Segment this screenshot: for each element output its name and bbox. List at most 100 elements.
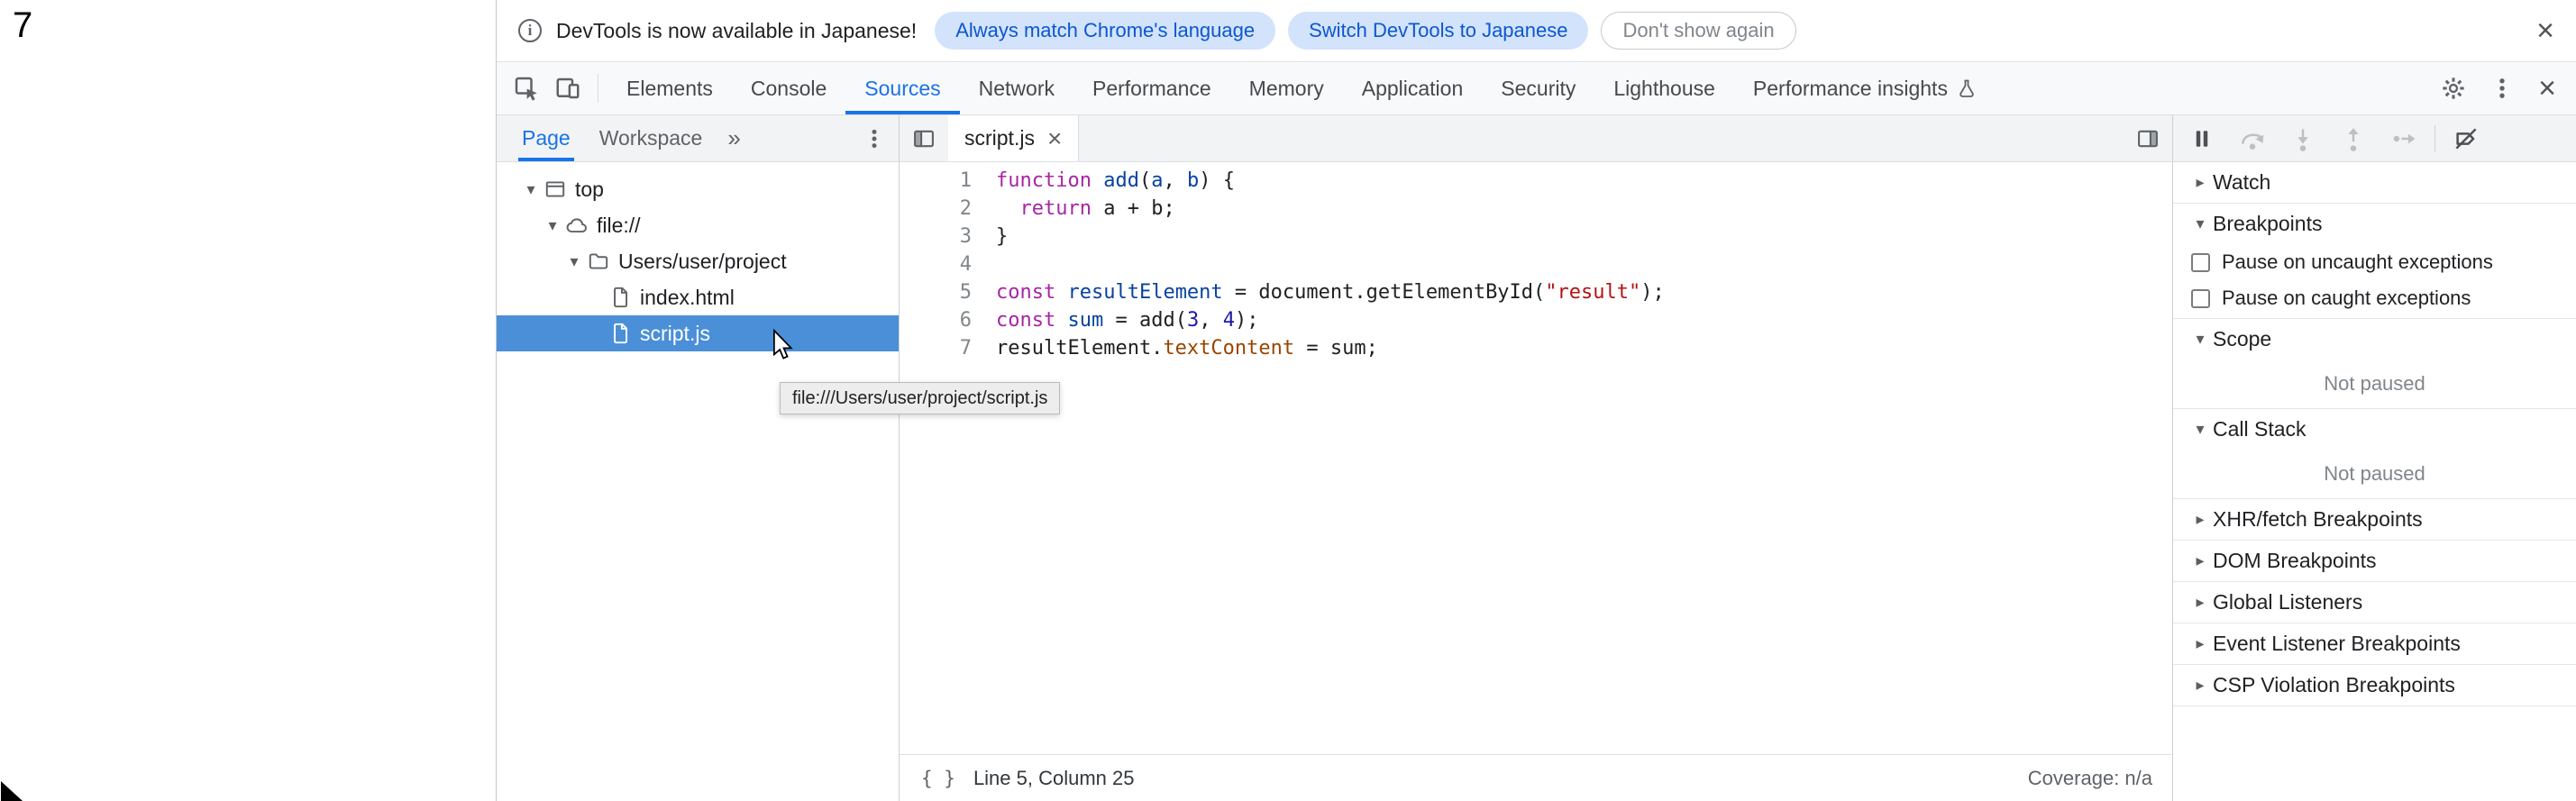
close-notification-icon[interactable] <box>2536 15 2554 46</box>
deactivate-breakpoints-icon[interactable] <box>2441 115 2491 162</box>
section-header-dom-breakpoints[interactable]: ▸DOM Breakpoints <box>2173 541 2576 581</box>
coverage-status: Coverage: n/a <box>2028 767 2152 790</box>
pause-on-uncaught-exceptions-checkbox[interactable] <box>2191 253 2210 272</box>
token <box>1055 309 1067 332</box>
section-header-call-stack[interactable]: ▾Call Stack <box>2173 409 2576 450</box>
tab-label: Console <box>751 77 827 101</box>
code-editor[interactable]: 1function add(a, b) {2 return a + b;3}45… <box>900 162 2172 754</box>
close-tab-icon[interactable] <box>1047 126 1062 151</box>
pause-on-caught-exceptions-checkbox[interactable] <box>2191 289 2210 308</box>
tree-item-file[interactable]: ▾ file:// <box>497 207 899 243</box>
token: const <box>996 281 1055 304</box>
section-header-xhr-fetch-breakpoints[interactable]: ▸XHR/fetch Breakpoints <box>2173 499 2576 540</box>
tab-memory[interactable]: Memory <box>1230 62 1343 114</box>
tree-item-label: Users/user/project <box>618 250 787 274</box>
token: ) { <box>1199 169 1235 192</box>
panel-tabs: Elements Console Sources Network Performance… <box>607 62 1996 114</box>
notification-bar: DevTools is now available in Japanese! A… <box>497 0 2576 62</box>
token: } <box>996 225 1008 248</box>
pretty-print-icon[interactable] <box>921 768 955 789</box>
token <box>1055 281 1067 304</box>
slide-number: 7 <box>13 5 32 46</box>
tree-item-script-js[interactable]: script.js <box>497 315 899 351</box>
don-t-show-again-button[interactable]: Don't show again <box>1601 12 1795 50</box>
code-text: const sum = add(3, 4); <box>996 306 1258 334</box>
code-line: 3} <box>900 223 2172 250</box>
tab-security[interactable]: Security <box>1482 62 1594 114</box>
more-options-icon[interactable] <box>2489 76 2515 101</box>
tab-console[interactable]: Console <box>732 62 845 114</box>
step-over-icon[interactable] <box>2227 115 2278 162</box>
token: const <box>996 309 1055 332</box>
folder-icon <box>587 250 610 273</box>
device-toolbar-icon[interactable] <box>554 75 581 102</box>
step-out-icon[interactable] <box>2328 115 2379 162</box>
tab-label: Network <box>979 77 1055 101</box>
checkbox-label: Pause on caught exceptions <box>2222 287 2471 310</box>
tab-network[interactable]: Network <box>960 62 1073 114</box>
tab-application[interactable]: Application <box>1343 62 1483 114</box>
step-into-icon[interactable] <box>2278 115 2328 162</box>
code-text: const resultElement = document.getElemen… <box>996 278 1665 306</box>
tree-item-top[interactable]: ▾top <box>497 171 899 207</box>
settings-gear-icon[interactable] <box>2441 76 2466 101</box>
toggle-navigator-icon[interactable] <box>900 115 948 161</box>
line-number[interactable]: 3 <box>900 223 972 250</box>
pause-icon[interactable] <box>2177 115 2227 162</box>
line-number[interactable]: 4 <box>900 250 972 278</box>
navigator-more-options-icon[interactable] <box>863 115 886 161</box>
more-tabs-icon[interactable] <box>727 115 740 161</box>
checkbox-label: Pause on uncaught exceptions <box>2222 250 2493 274</box>
tab-label: Sources <box>864 77 940 101</box>
debugger-sections: ▸Watch▾BreakpointsPause on uncaught exce… <box>2173 162 2576 706</box>
line-number[interactable]: 7 <box>900 334 972 362</box>
file-path-tooltip: file:///Users/user/project/script.js <box>780 382 1060 414</box>
section-header-csp-violation-breakpoints[interactable]: ▸CSP Violation Breakpoints <box>2173 665 2576 705</box>
tab-performance-insights[interactable]: Performance insights <box>1734 62 1996 114</box>
line-number[interactable]: 2 <box>900 195 972 223</box>
chevron-down-icon: ▾ <box>2188 420 2213 439</box>
cursor-position: Line 5, Column 25 <box>973 767 1135 790</box>
section-header-scope[interactable]: ▾Scope <box>2173 319 2576 360</box>
disclosure-expanded-icon[interactable]: ▾ <box>520 180 542 199</box>
disclosure-expanded-icon[interactable]: ▾ <box>542 216 563 235</box>
breakpoints-options: Pause on uncaught exceptions Pause on cau… <box>2173 244 2576 318</box>
editor-tab-script-js[interactable]: script.js <box>948 115 1079 161</box>
close-devtools-icon[interactable] <box>2538 73 2556 104</box>
chevron-down-icon: ▾ <box>2188 330 2213 349</box>
tab-page[interactable]: Page <box>518 115 574 161</box>
line-number[interactable]: 5 <box>900 278 972 306</box>
token: add <box>1103 169 1139 192</box>
disclosure-expanded-icon[interactable]: ▾ <box>563 252 585 271</box>
section-header-breakpoints[interactable]: ▾Breakpoints <box>2173 204 2576 244</box>
notification-message: DevTools is now available in Japanese! <box>556 19 917 43</box>
toggle-debugger-sidebar-icon[interactable] <box>2124 115 2172 161</box>
tab-workspace[interactable]: Workspace <box>596 115 707 161</box>
token: function <box>996 169 1092 192</box>
section-header-global-listeners[interactable]: ▸Global Listeners <box>2173 582 2576 623</box>
section-header-watch[interactable]: ▸Watch <box>2173 162 2576 203</box>
token: return <box>1020 197 1092 220</box>
tree-item-index-html[interactable]: index.html <box>497 279 899 315</box>
tab-lighthouse[interactable]: Lighthouse <box>1594 62 1734 114</box>
chevron-right-icon: ▸ <box>2188 173 2213 192</box>
tab-performance[interactable]: Performance <box>1073 62 1230 114</box>
line-number[interactable]: 1 <box>900 167 972 195</box>
tree-item-label: file:// <box>597 214 641 238</box>
inspect-icon[interactable] <box>513 75 540 102</box>
section-title: Global Listeners <box>2213 590 2362 614</box>
tab-sources[interactable]: Sources <box>845 62 959 114</box>
tab-label: Performance insights <box>1753 77 1948 101</box>
token: ( <box>1139 169 1151 192</box>
tree-item-users-user-project[interactable]: ▾ Users/user/project <box>497 243 899 279</box>
chevron-right-icon: ▸ <box>2188 510 2213 529</box>
line-number[interactable]: 6 <box>900 306 972 334</box>
step-icon[interactable] <box>2379 115 2429 162</box>
always-match-chrome-s-language-button[interactable]: Always match Chrome's language <box>935 12 1275 50</box>
editor-pane: script.js 1function add(a, b) {2 return … <box>900 115 2173 801</box>
section-header-event-listener-breakpoints[interactable]: ▸Event Listener Breakpoints <box>2173 624 2576 664</box>
switch-devtools-to-japanese-button[interactable]: Switch DevTools to Japanese <box>1288 12 1588 50</box>
section-title: XHR/fetch Breakpoints <box>2213 507 2423 532</box>
spacer <box>1079 115 2124 161</box>
tab-elements[interactable]: Elements <box>607 62 732 114</box>
